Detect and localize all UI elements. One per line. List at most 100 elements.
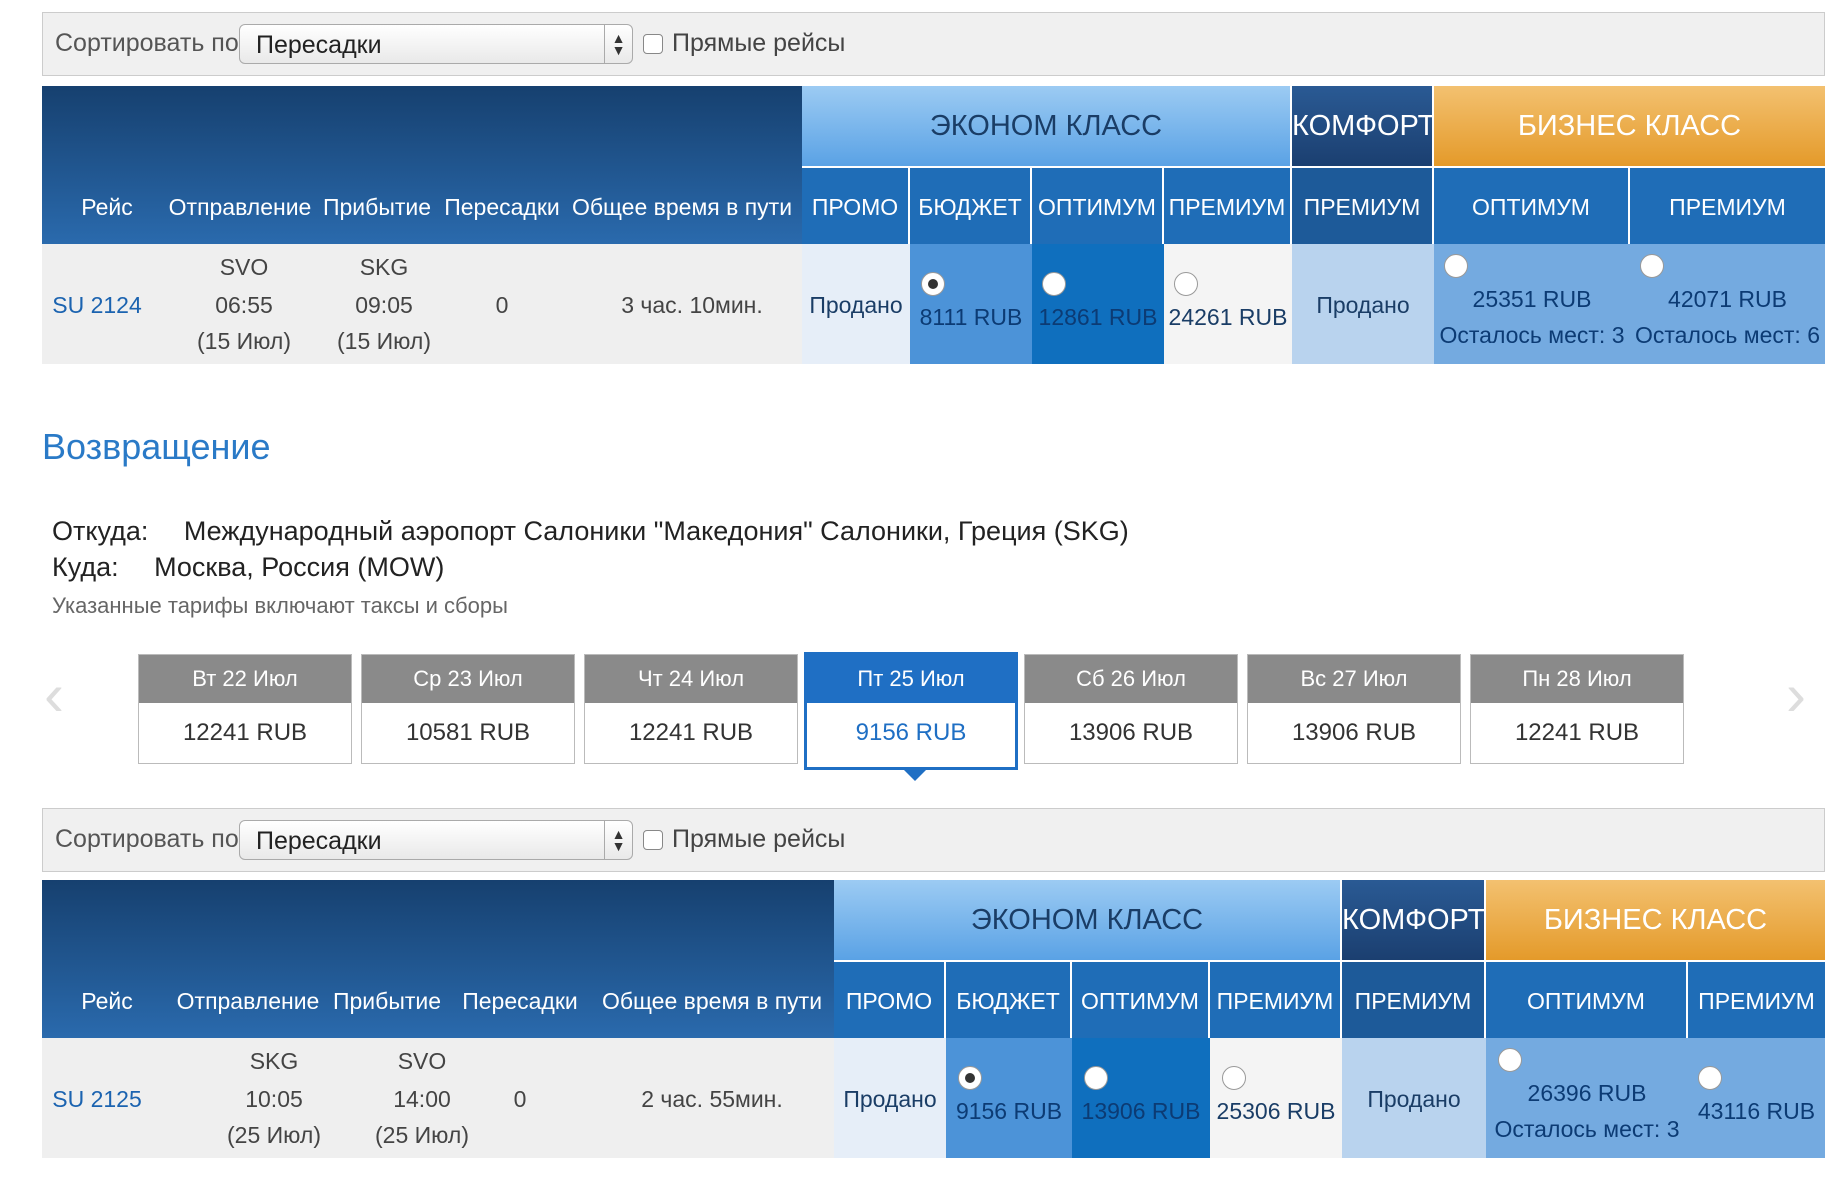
sort-select-value: Пересадки (256, 31, 382, 59)
flight-number[interactable]: SU 2125 (52, 1086, 142, 1113)
flight-row: SU 2124 SVO 06:55 (15 Июл) SKG 09:05 (15… (42, 244, 802, 364)
flight-row: SU 2125 SKG 10:05 (25 Июл) SVO 14:00 (25… (42, 1038, 834, 1158)
tariff-optimum: ОПТИМУМ (1072, 960, 1210, 1038)
flight-number[interactable]: SU 2124 (52, 292, 142, 319)
fare-budget-cell[interactable]: 8111 RUB (910, 244, 1032, 364)
seats-left: Осталось мест: 3 (1439, 322, 1625, 348)
sort-select[interactable]: Пересадки ▲ ▼ (239, 820, 633, 860)
tariff-optimum: ОПТИМУМ (1032, 166, 1164, 244)
table-header: Рейс Отправление Прибытие Пересадки Обще… (42, 86, 802, 244)
date-price: 12241 RUB (182, 719, 308, 746)
date-label: Пн 28 Июл (1471, 655, 1683, 703)
comfort-class-header: КОМФОРТ (1292, 86, 1435, 166)
date-label: Сб 26 Июл (1025, 655, 1237, 703)
select-arrows-icon: ▲ ▼ (604, 25, 632, 63)
departure-date: (15 Июл) (197, 328, 291, 354)
fare-business-optimum-cell[interactable]: 26396 RUB Осталось мест: 3 (1486, 1038, 1688, 1158)
select-arrows-icon: ▲ ▼ (604, 821, 632, 859)
prev-dates-arrow-icon[interactable]: ‹ (44, 660, 64, 729)
date-price: 12241 RUB (1514, 719, 1640, 746)
departure-date: (25 Июл) (227, 1122, 321, 1148)
fare-business-optimum-cell[interactable]: 25351 RUB Осталось мест: 3 (1434, 244, 1630, 364)
direct-flights-label[interactable]: Прямые рейсы (672, 825, 845, 854)
fare-radio[interactable] (1222, 1066, 1246, 1090)
fare-price: 25351 RUB (1472, 286, 1592, 312)
return-title: Возвращение (42, 426, 271, 467)
fare-premium-cell[interactable]: 25306 RUB (1210, 1038, 1342, 1158)
tariff-comfort-premium: ПРЕМИУМ (1292, 166, 1434, 244)
tariff-budget: БЮДЖЕТ (946, 960, 1072, 1038)
col-departure: Отправление (168, 194, 312, 220)
fare-radio[interactable] (1498, 1048, 1522, 1072)
direct-flights-checkbox[interactable] (643, 34, 663, 54)
fare-sold: Продано (1367, 1086, 1461, 1112)
stops-count: 0 (495, 292, 509, 318)
economy-class-header: ЭКОНОМ КЛАСС (834, 880, 1342, 960)
tariff-business-premium: ПРЕМИУМ (1688, 960, 1825, 1038)
fare-price: 42071 RUB (1668, 286, 1787, 312)
fare-sold: Продано (1316, 292, 1410, 318)
fare-business-premium-cell[interactable]: 43116 RUB (1688, 1038, 1825, 1158)
fare-sold: Продано (843, 1086, 937, 1112)
date-tab-selected[interactable]: Пт 25 Июл 9156 RUB (804, 652, 1018, 781)
return-flights-table: Рейс Отправление Прибытие Пересадки Обще… (42, 880, 1825, 1158)
arrival-date: (15 Июл) (337, 328, 431, 354)
fare-budget-cell[interactable]: 9156 RUB (946, 1038, 1072, 1158)
fare-price: 25306 RUB (1216, 1098, 1336, 1124)
from-label: Откуда: (52, 516, 149, 546)
table-header: Рейс Отправление Прибытие Пересадки Обще… (42, 880, 834, 1038)
date-tab[interactable]: Вт 22 Июл 12241 RUB (138, 654, 352, 764)
sort-label: Сортировать по (55, 29, 239, 57)
departure-time: 06:55 (215, 292, 273, 318)
departure-time: 10:05 (245, 1086, 303, 1112)
date-tab[interactable]: Чт 24 Июл 12241 RUB (584, 654, 798, 764)
col-arrival: Прибытие (332, 988, 442, 1014)
fare-price: 13906 RUB (1081, 1098, 1201, 1124)
fare-price: 43116 RUB (1697, 1098, 1816, 1124)
arrival-code: SVO (397, 1048, 447, 1074)
sort-select[interactable]: Пересадки ▲ ▼ (239, 24, 633, 64)
fare-radio[interactable] (1174, 272, 1198, 296)
to-label: Куда: (52, 552, 119, 582)
flight-duration: 3 час. 10мин. (621, 292, 763, 318)
fare-optimum-cell[interactable]: 13906 RUB (1072, 1038, 1210, 1158)
fare-optimum-cell[interactable]: 12861 RUB (1032, 244, 1164, 364)
fare-radio[interactable] (1444, 254, 1468, 278)
sort-select-value: Пересадки (256, 827, 382, 855)
fare-radio[interactable] (1698, 1066, 1722, 1090)
fare-radio[interactable] (1640, 254, 1664, 278)
arrival-code: SKG (359, 254, 409, 280)
tariff-business-premium: ПРЕМИУМ (1630, 166, 1825, 244)
date-label: Ср 23 Июл (362, 655, 574, 703)
direct-flights-label[interactable]: Прямые рейсы (672, 29, 845, 58)
fare-premium-cell[interactable]: 24261 RUB (1164, 244, 1292, 364)
fare-radio-selected[interactable] (958, 1066, 982, 1090)
fare-business-premium-cell[interactable]: 42071 RUB Осталось мест: 6 (1630, 244, 1825, 364)
departure-code: SKG (249, 1048, 299, 1074)
tariff-premium: ПРЕМИУМ (1164, 166, 1292, 244)
fare-promo-cell: Продано (802, 244, 910, 364)
next-dates-arrow-icon[interactable]: › (1786, 660, 1806, 729)
date-tab[interactable]: Пн 28 Июл 12241 RUB (1470, 654, 1684, 764)
route-from: Откуда: Международный аэропорт Салоники … (52, 516, 1129, 547)
date-tab[interactable]: Ср 23 Июл 10581 RUB (361, 654, 575, 764)
outbound-flights-table: Рейс Отправление Прибытие Пересадки Обще… (42, 86, 1825, 364)
seats-left: Осталось мест: 6 (1634, 322, 1820, 348)
fare-radio-selected[interactable] (921, 272, 945, 296)
date-tab[interactable]: Вс 27 Июл 13906 RUB (1247, 654, 1461, 764)
date-tab[interactable]: Сб 26 Июл 13906 RUB (1024, 654, 1238, 764)
col-arrival: Прибытие (322, 194, 432, 220)
direct-flights-checkbox[interactable] (643, 830, 663, 850)
departure-code: SVO (219, 254, 269, 280)
date-price: 10581 RUB (405, 719, 531, 746)
col-duration: Общее время в пути (601, 988, 823, 1014)
sort-bar-return: Сортировать по Пересадки ▲ ▼ Прямые рейсы (42, 808, 1825, 872)
business-class-header: БИЗНЕС КЛАСС (1434, 86, 1825, 166)
col-duration: Общее время в пути (571, 194, 793, 220)
arrival-time: 14:00 (393, 1086, 451, 1112)
fare-radio[interactable] (1084, 1066, 1108, 1090)
fare-comfort-cell: Продано (1292, 244, 1434, 364)
seats-left: Осталось мест: 3 (1494, 1116, 1680, 1142)
fare-radio[interactable] (1042, 272, 1066, 296)
fare-price: 8111 RUB (919, 304, 1023, 330)
